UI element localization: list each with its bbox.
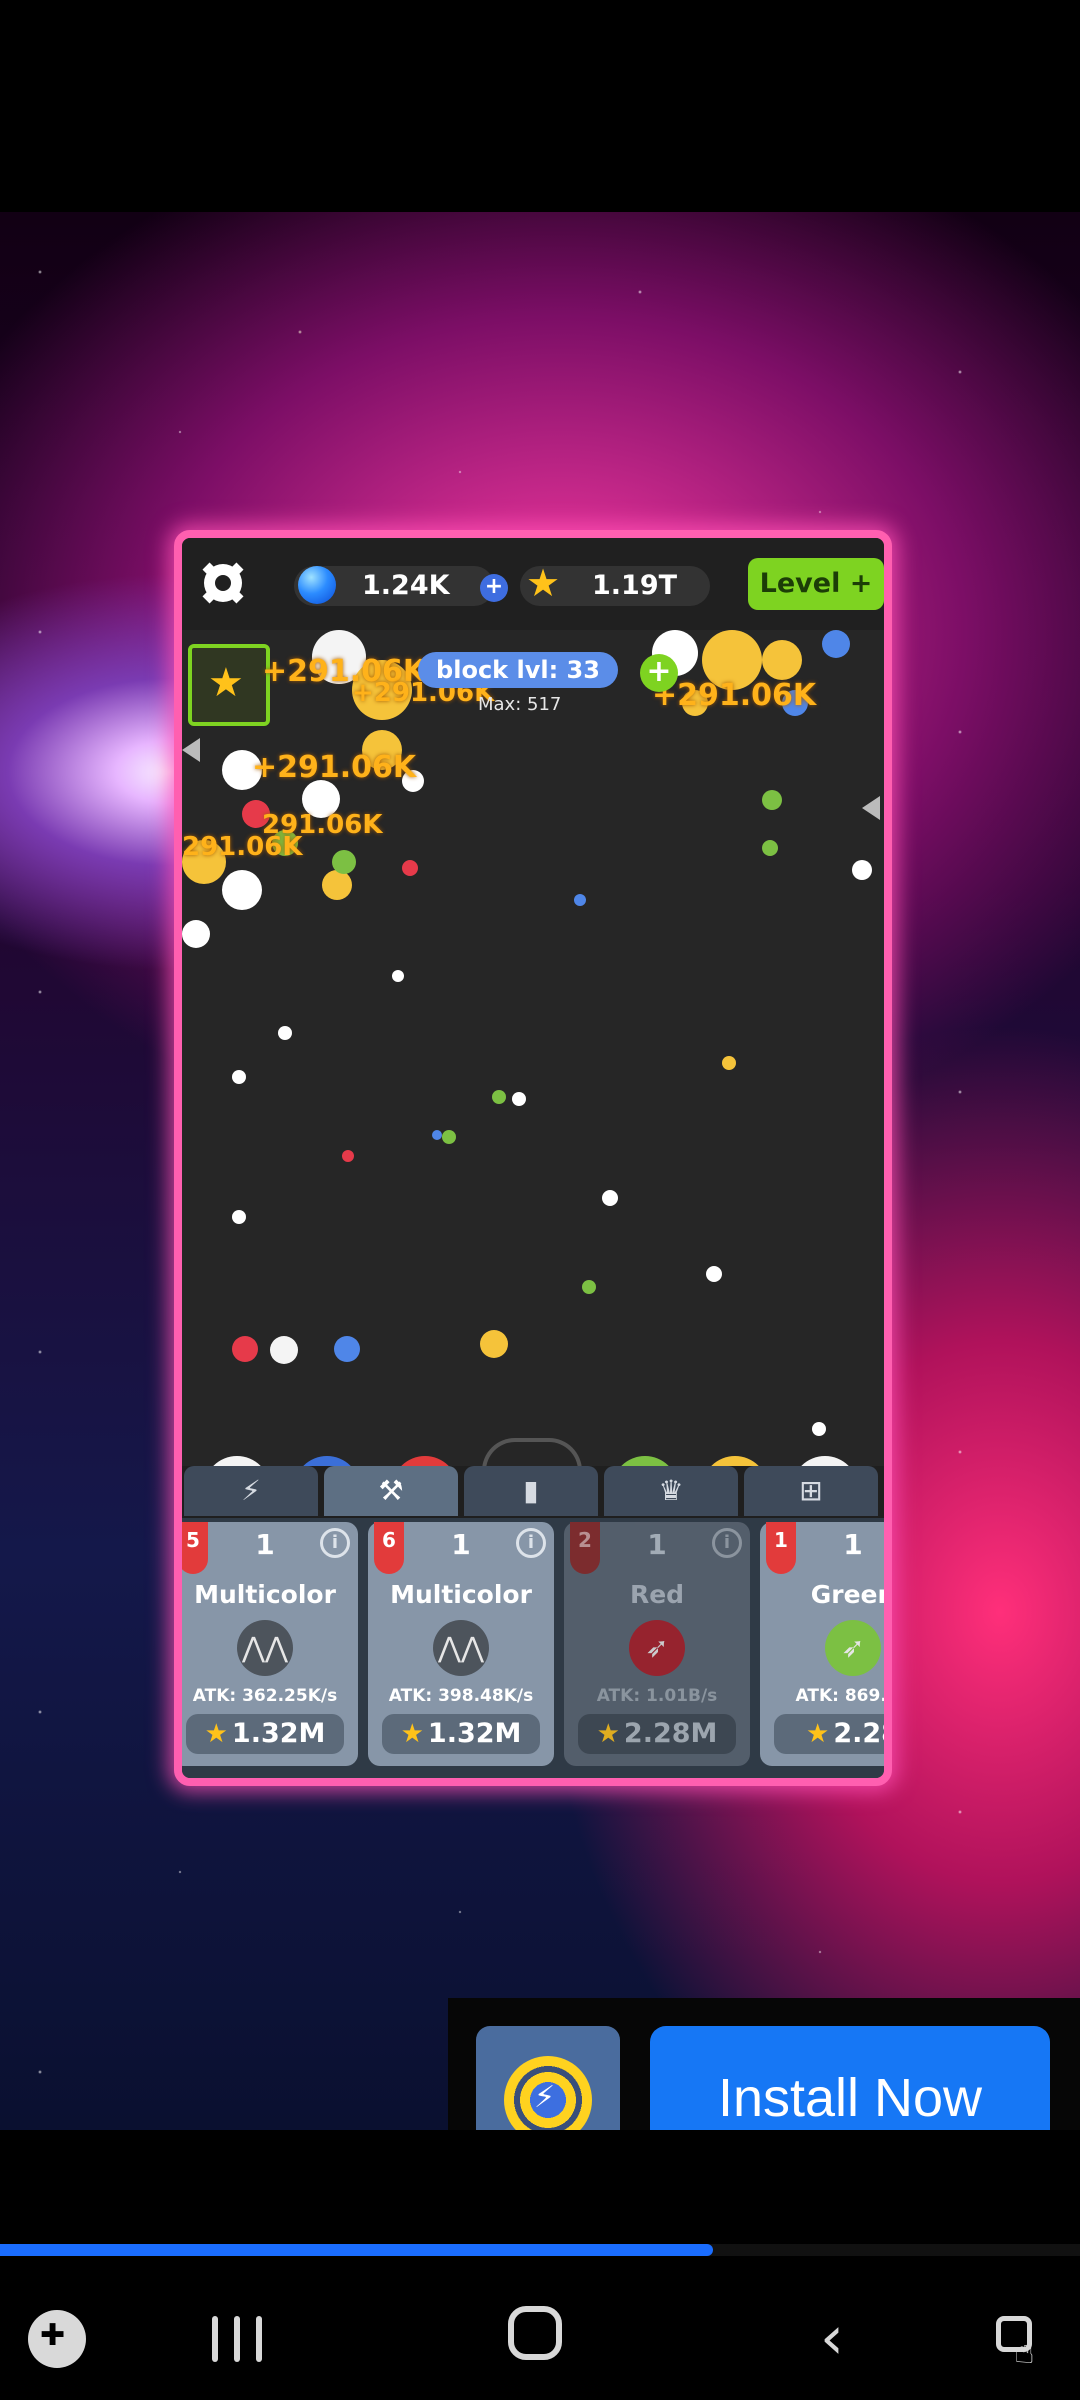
cannon-icon: ⚒ — [378, 1474, 404, 1507]
shop-tabs: ⚡ ⚒ ▮ ♛ ⊞ — [182, 1466, 884, 1518]
level-up-button[interactable]: Level + — [748, 558, 884, 610]
card-count: 1 — [843, 1528, 863, 1561]
card-name: Multicolor — [194, 1580, 336, 1609]
cannon-card[interactable]: 6 1 i Multicolor ⋀⋀ ATK: 398.48K/s ★ 1.32… — [368, 1522, 554, 1766]
game-launcher-icon[interactable] — [28, 2310, 86, 2368]
buy-button[interactable]: ★2.28 — [774, 1714, 884, 1754]
coin-boost-button[interactable]: ★ — [188, 644, 270, 726]
buy-button[interactable]: ★ 2.28M — [578, 1714, 736, 1754]
video-progress-bar — [0, 2244, 1080, 2256]
gems-value: 1.24K — [362, 570, 450, 601]
game-frame[interactable]: 1.24K + ★ 1.19T Level + ★ +291.06K +291.… — [174, 530, 892, 1786]
card-name: Red — [629, 1580, 685, 1609]
card-name: Green — [810, 1580, 884, 1609]
cannon-card[interactable]: 5 1 i Multicolor ⋀⋀ ATK: 362.25K/s ★ 1.32… — [182, 1522, 358, 1766]
multicolor-bullet-icon: ⋀⋀ — [237, 1620, 293, 1676]
cannon-card[interactable]: 2 1 i Red ➶ ATK: 1.01B/s ★ 2.28M — [564, 1522, 750, 1766]
multicolor-bullet-icon: ⋀⋀ — [433, 1620, 489, 1676]
coins-value: 1.19T — [592, 570, 678, 601]
back-button[interactable]: ‹ — [820, 2308, 884, 2372]
add-gems-button[interactable]: + — [480, 574, 508, 602]
card-attack: ATK: 362.25K/s — [192, 1686, 338, 1706]
card-attack: ATK: 869.40 — [795, 1686, 884, 1706]
play-field[interactable]: ★ +291.06K +291.06K +291.06K +291.06K 29… — [182, 630, 884, 1500]
home-button[interactable] — [508, 2306, 562, 2360]
recents-button[interactable] — [206, 2308, 270, 2372]
floating-number: +291.06K — [652, 678, 817, 713]
buy-button[interactable]: ★ 1.32M — [382, 1714, 540, 1754]
rocket-icon: ➶ — [629, 1620, 685, 1676]
system-nav-bar: ‹ — [0, 2280, 1080, 2400]
card-icon: ▮ — [523, 1474, 539, 1507]
star-coin-icon: ★ — [204, 1719, 228, 1749]
cannon-cards: 5 1 i Multicolor ⋀⋀ ATK: 362.25K/s ★ 1.32… — [182, 1518, 884, 1778]
block-level-label: block lvl: 33 — [418, 652, 618, 688]
star-coin-icon: ★ — [400, 1719, 424, 1749]
buy-button[interactable]: ★ 1.32M — [186, 1714, 344, 1754]
block-max-label: Max: 517 — [478, 694, 562, 715]
game-hud: 1.24K + ★ 1.19T Level + — [182, 538, 884, 630]
price-label: 2.28 — [833, 1718, 884, 1749]
touch-protection-icon[interactable] — [996, 2316, 1048, 2372]
right-edge-arrow-icon — [862, 796, 880, 820]
floating-number: +291.06K — [252, 750, 417, 785]
crown-icon: ♛ — [658, 1474, 684, 1507]
gem-icon — [298, 566, 336, 604]
star-coin-icon: ★ — [596, 1719, 620, 1749]
star-coin-icon: ★ — [806, 1719, 830, 1749]
cannon-card[interactable]: 1 1 Green ➶ ATK: 869.40 ★2.28 — [760, 1522, 884, 1766]
video-progress-fill — [0, 2244, 713, 2256]
card-attack: ATK: 398.48K/s — [388, 1686, 534, 1706]
card-attack: ATK: 1.01B/s — [596, 1686, 718, 1706]
price-label: 1.32M — [231, 1718, 326, 1749]
card-name: Multicolor — [390, 1580, 532, 1609]
rocket-icon: ➶ — [825, 1620, 881, 1676]
settings-gear-icon[interactable] — [204, 564, 242, 602]
info-icon[interactable]: i — [516, 1528, 546, 1558]
add-block-button[interactable]: + — [640, 654, 678, 692]
tab-cards[interactable]: ▮ — [464, 1466, 598, 1516]
lightning-icon: ⚡ — [241, 1474, 261, 1507]
floating-number: 291.06K — [182, 832, 303, 862]
price-label: 2.28M — [623, 1718, 718, 1749]
cart-icon: ⊞ — [799, 1474, 823, 1507]
left-edge-arrow-icon — [182, 738, 200, 762]
tab-lightning[interactable]: ⚡ — [184, 1466, 318, 1516]
star-coin-icon: ★ — [526, 561, 561, 605]
info-icon[interactable]: i — [320, 1528, 350, 1558]
tab-cannons[interactable]: ⚒ — [324, 1466, 458, 1516]
price-label: 1.32M — [427, 1718, 522, 1749]
tab-shop[interactable]: ⊞ — [744, 1466, 878, 1516]
status-area — [0, 0, 1080, 212]
tab-crown[interactable]: ♛ — [604, 1466, 738, 1516]
info-icon[interactable]: i — [712, 1528, 742, 1558]
